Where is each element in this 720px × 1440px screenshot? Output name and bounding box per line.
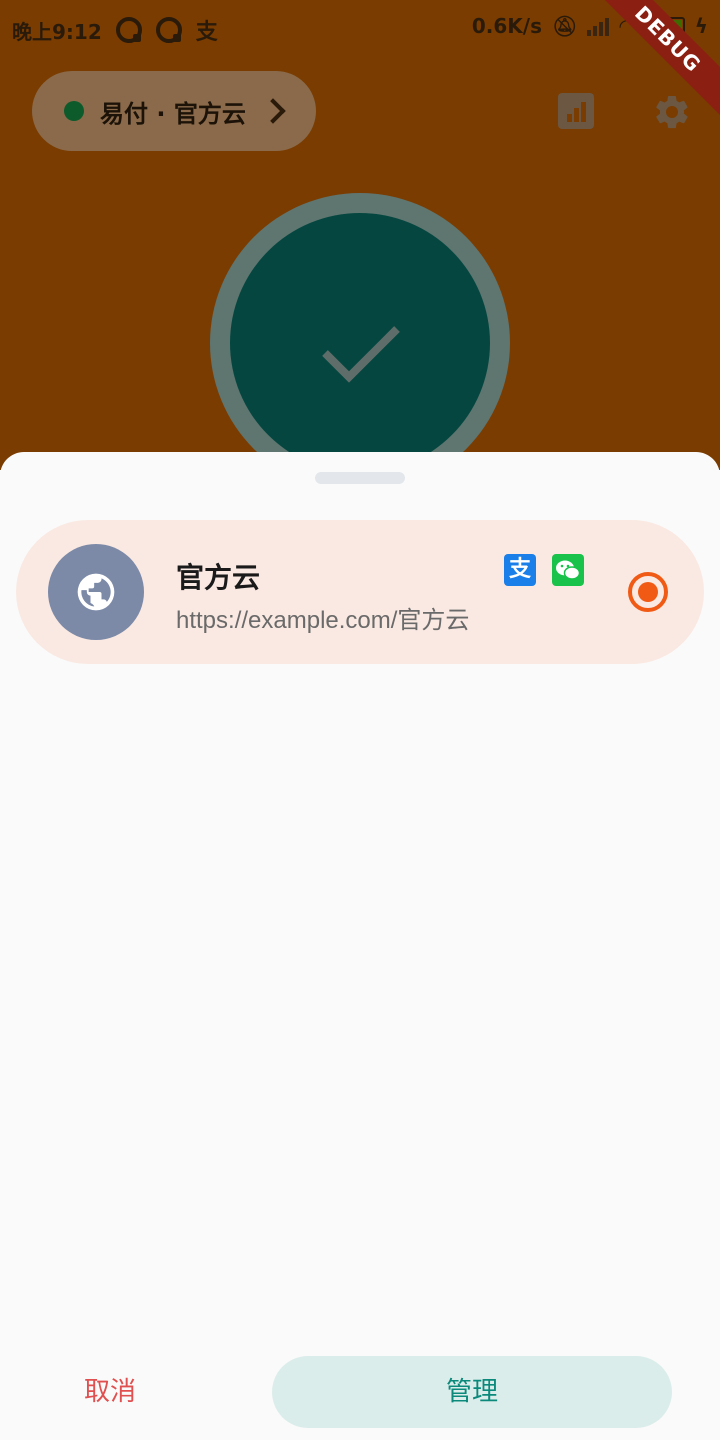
drag-handle[interactable] bbox=[315, 472, 405, 484]
charging-icon: ϟ bbox=[694, 14, 708, 38]
provider-url: https://example.com/官方云 bbox=[176, 607, 470, 634]
status-bar: 晚上9:12 支 0.6K/s 🔕︎ ◠ 100 ϟ bbox=[0, 0, 720, 56]
provider-selector[interactable]: 易付 · 官方云 bbox=[32, 71, 316, 151]
selected-radio[interactable] bbox=[628, 572, 668, 612]
network-speed: 0.6K/s bbox=[471, 14, 543, 38]
chevron-right-icon bbox=[260, 98, 286, 124]
provider-avatar bbox=[48, 544, 144, 640]
provider-label: 易付 · 官方云 bbox=[100, 99, 246, 128]
check-icon bbox=[322, 326, 400, 383]
provider-list-item[interactable]: 官方云 https://example.com/官方云 支 bbox=[16, 520, 704, 664]
stats-icon[interactable] bbox=[558, 93, 594, 129]
app-circle-icon bbox=[115, 17, 142, 43]
manage-button[interactable]: 管理 bbox=[272, 1356, 672, 1428]
background-app: 晚上9:12 支 0.6K/s 🔕︎ ◠ 100 ϟ 易付 · 官方云 bbox=[0, 0, 720, 470]
status-left: 晚上9:12 支 bbox=[12, 14, 218, 46]
cancel-button[interactable]: 取消 bbox=[40, 1356, 180, 1428]
connection-status-dot bbox=[64, 101, 84, 121]
app-circle-icon bbox=[155, 17, 182, 43]
radio-dot bbox=[638, 582, 658, 602]
alipay-icon: 支 bbox=[195, 20, 218, 45]
connect-button-inner bbox=[230, 213, 490, 470]
bell-off-icon: 🔕︎ bbox=[552, 14, 578, 38]
gear-icon[interactable] bbox=[652, 92, 692, 132]
provider-name: 官方云 bbox=[176, 561, 261, 594]
alipay-icon: 支 bbox=[504, 554, 536, 586]
provider-bottom-sheet: 官方云 https://example.com/官方云 支 取消 管理 bbox=[0, 452, 720, 1440]
globe-icon bbox=[77, 573, 115, 611]
status-time: 晚上9:12 bbox=[12, 19, 102, 44]
signal-icon bbox=[587, 16, 610, 36]
wechat-pay-icon bbox=[552, 554, 584, 586]
connect-button[interactable] bbox=[210, 193, 510, 470]
